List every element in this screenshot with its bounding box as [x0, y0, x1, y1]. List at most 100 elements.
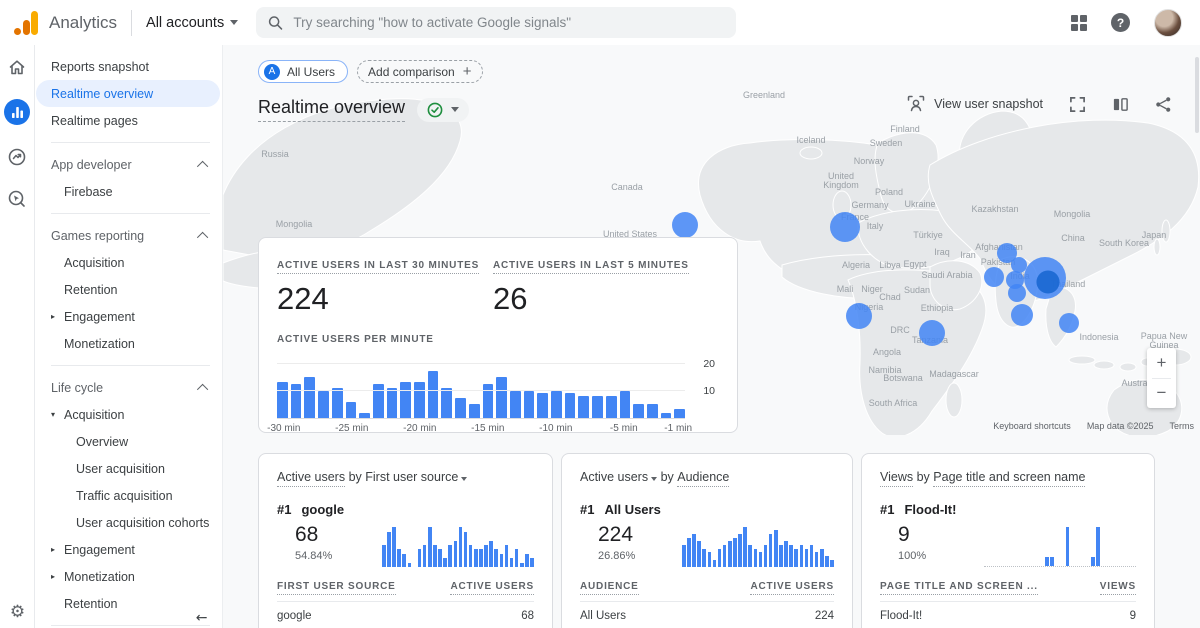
table-header-dimension[interactable]: PAGE TITLE AND SCREEN ...	[880, 581, 1038, 595]
sidebar-item-monetization[interactable]: ▸Monetization	[36, 563, 222, 590]
table-row[interactable]: Flood-It!9	[880, 601, 1136, 628]
chart-bar	[661, 413, 672, 418]
chart-bar	[702, 549, 706, 567]
sidebar-item-life-cycle[interactable]: Life cycle	[36, 374, 222, 401]
card-title-part: by	[345, 470, 365, 484]
sidebar-item-reports-snapshot[interactable]: Reports snapshot	[36, 53, 222, 80]
sidebar-item-label: Retention	[64, 597, 118, 611]
chevron-right-icon[interactable]: ▸	[51, 545, 55, 554]
map-country-label: Madagascar	[929, 369, 979, 379]
user-avatar[interactable]	[1154, 9, 1182, 37]
sidebar-item-overview[interactable]: Overview	[36, 428, 222, 455]
fullscreen-icon[interactable]	[1069, 96, 1086, 113]
collapse-section-icon[interactable]	[197, 383, 208, 394]
table-header-dimension[interactable]: AUDIENCE	[580, 581, 639, 595]
map-zoom-out-button[interactable]: −	[1147, 379, 1176, 409]
chevron-right-icon[interactable]: ▸	[51, 312, 55, 321]
table-row[interactable]: All Users224	[580, 601, 834, 628]
card-title-part[interactable]: Active users	[580, 470, 648, 484]
card-title-part[interactable]: Page title and screen name	[933, 470, 1085, 487]
active-users-30min-label[interactable]: ACTIVE USERS IN LAST 30 MINUTES	[277, 260, 479, 274]
card-title[interactable]: Active users by First user source	[277, 470, 534, 487]
sidebar-item-acquisition[interactable]: ▾ Acquisition	[36, 401, 222, 428]
chart-bar	[647, 404, 658, 418]
sidebar-item-monetization[interactable]: Monetization	[36, 330, 222, 357]
sidebar-item-traffic-acquisition[interactable]: Traffic acquisition	[36, 482, 222, 509]
chart-bar	[469, 404, 480, 418]
chevron-down-icon[interactable]	[461, 477, 467, 481]
active-users-by-audience-card: Active users by Audience #1All Users 224…	[561, 453, 853, 628]
map-country-label: Iceland	[796, 135, 825, 145]
active-users-5min-label[interactable]: ACTIVE USERS IN LAST 5 MINUTES	[493, 260, 689, 274]
chevron-right-icon[interactable]: ▸	[51, 572, 55, 581]
add-comparison-button[interactable]: Add comparison +	[357, 60, 482, 83]
page-scrollbar[interactable]	[1195, 57, 1199, 133]
help-icon[interactable]: ?	[1111, 13, 1130, 32]
chart-bar	[633, 404, 644, 418]
table-header-metric[interactable]: VIEWS	[1100, 581, 1136, 595]
sidebar-item-realtime-overview[interactable]: Realtime overview	[36, 80, 220, 107]
sidebar-item-app-developer[interactable]: App developer	[36, 151, 222, 178]
sidebar-item-engagement[interactable]: ▸Engagement	[36, 536, 222, 563]
chart-bar	[428, 527, 432, 567]
plus-icon: +	[463, 63, 472, 80]
table-header-metric[interactable]: ACTIVE USERS	[750, 581, 834, 595]
card-title-part[interactable]: Audience	[677, 470, 729, 487]
settings-gear-icon[interactable]: ⚙	[0, 602, 35, 622]
sidebar-item-label: Engagement	[64, 310, 135, 324]
keyboard-shortcuts-link[interactable]: Keyboard shortcuts	[993, 421, 1071, 431]
per-minute-bar-chart[interactable]: 2010 -30 min-25 min-20 min-15 min-10 min…	[277, 357, 685, 435]
map-zoom-in-button[interactable]: +	[1147, 348, 1176, 378]
all-users-chip[interactable]: A All Users	[258, 60, 348, 83]
card-title-part[interactable]: Active users	[277, 470, 345, 487]
sidebar-item-acquisition[interactable]: Acquisition	[36, 249, 222, 276]
google-apps-grid-icon[interactable]	[1071, 15, 1087, 31]
search-input[interactable]	[293, 15, 724, 30]
view-user-snapshot-button[interactable]: View user snapshot	[907, 95, 1043, 113]
search-icon	[268, 15, 283, 31]
table-header-dimension[interactable]: FIRST USER SOURCE	[277, 581, 396, 595]
map-terms-link[interactable]: Terms	[1170, 421, 1195, 431]
chart-bar	[738, 534, 742, 567]
explore-icon[interactable]	[7, 147, 27, 167]
sidebar-item-firebase[interactable]: Firebase	[36, 178, 222, 205]
account-selector[interactable]: All accounts	[146, 15, 238, 31]
collapse-section-icon[interactable]	[197, 231, 208, 242]
card-title-part: by	[913, 470, 933, 484]
sidebar-item-retention[interactable]: Retention	[36, 590, 222, 617]
report-status-dropdown[interactable]	[417, 98, 469, 122]
chart-bar	[733, 538, 737, 567]
search-bar[interactable]	[256, 7, 736, 38]
sidebar-item-retention[interactable]: Retention	[36, 276, 222, 303]
chart-bar	[620, 391, 631, 418]
card-title[interactable]: Active users by Audience	[580, 470, 834, 487]
card-title-part[interactable]: First user source	[365, 470, 458, 484]
collapse-section-icon[interactable]	[197, 160, 208, 171]
chevron-down-icon[interactable]: ▾	[51, 410, 55, 419]
comparison-chips: A All Users Add comparison +	[258, 60, 483, 83]
map-country-label: Mongolia	[1054, 209, 1091, 219]
card-title-part[interactable]: Views	[880, 470, 913, 487]
chart-bar	[820, 549, 824, 567]
sidebar-item-user-acquisition-cohorts[interactable]: User acquisition cohorts	[36, 509, 222, 536]
page-title: Realtime overview	[258, 97, 405, 122]
sidebar-item-label: Acquisition	[64, 408, 124, 422]
reports-icon[interactable]	[4, 99, 30, 125]
sidebar-item-engagement[interactable]: ▸ Engagement	[36, 303, 222, 330]
sidebar-item-user-acquisition[interactable]: User acquisition	[36, 455, 222, 482]
share-icon[interactable]	[1155, 96, 1172, 113]
table-header-metric[interactable]: ACTIVE USERS	[450, 581, 534, 595]
sparkline-chart	[382, 523, 534, 567]
advertising-icon[interactable]	[7, 189, 27, 209]
table-row[interactable]: google68	[277, 601, 534, 628]
card-title[interactable]: Views by Page title and screen name	[880, 470, 1136, 487]
sidebar-item-games-reporting[interactable]: Games reporting	[36, 222, 222, 249]
sidebar-divider	[51, 625, 210, 626]
map-country-label: Saudi Arabia	[921, 270, 972, 280]
home-icon[interactable]	[7, 57, 27, 77]
gridline	[277, 363, 685, 364]
sidebar-item-realtime-pages[interactable]: Realtime pages	[36, 107, 222, 134]
chart-bar	[332, 388, 343, 419]
analytics-logo[interactable]: Analytics	[0, 11, 117, 35]
compare-reports-icon[interactable]	[1112, 96, 1129, 113]
